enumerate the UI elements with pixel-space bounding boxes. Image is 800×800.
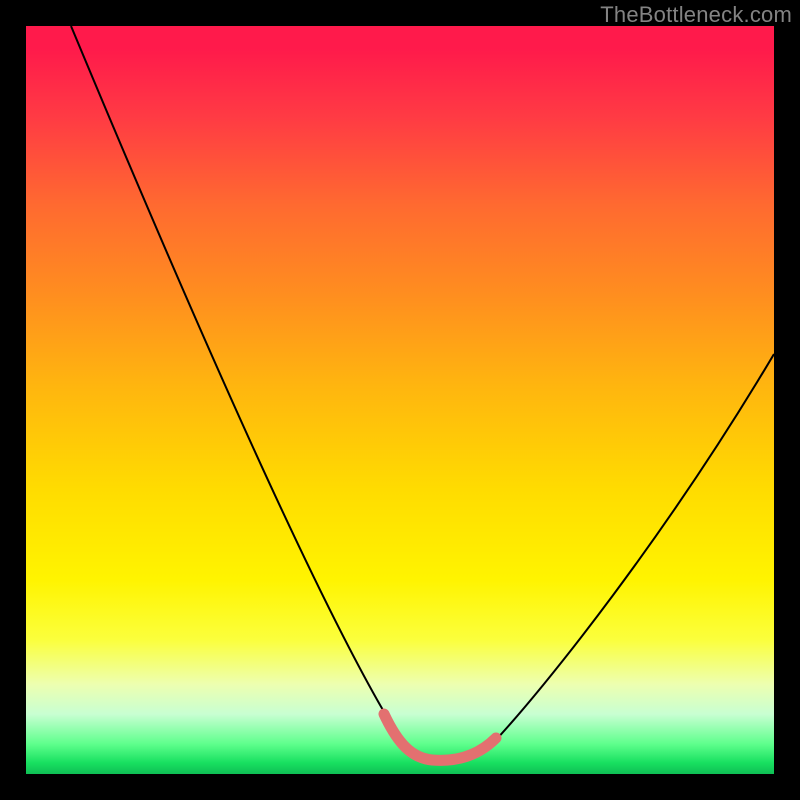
- curve-valley-highlight: [384, 714, 496, 760]
- chart-frame: TheBottleneck.com: [0, 0, 800, 800]
- bottleneck-curve: [26, 26, 774, 774]
- watermark-label: TheBottleneck.com: [600, 2, 792, 28]
- curve-path: [71, 26, 774, 761]
- chart-plot-area: [26, 26, 774, 774]
